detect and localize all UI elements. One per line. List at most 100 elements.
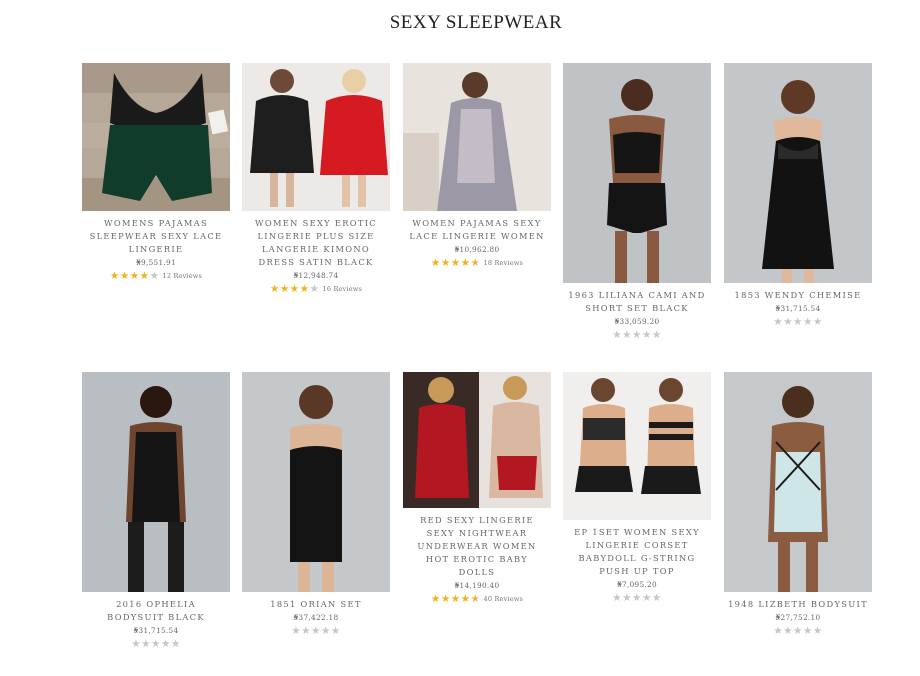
star-icon: ★ [149, 270, 160, 282]
product-image[interactable] [403, 372, 551, 508]
star-icon: ★ [139, 270, 150, 282]
product-rating: ★★★★★ 40 Reviews [403, 593, 551, 605]
star-icon: ★ [109, 270, 120, 282]
product-rating: ★★★★★ [563, 329, 711, 341]
product-rating: ★★★★★ [724, 625, 872, 637]
product-rating: ★★★★★ 18 Reviews [403, 257, 551, 269]
star-icon: ★ [311, 625, 321, 637]
product-image[interactable] [563, 63, 711, 283]
product-name[interactable]: WOMENS PAJAMAS SLEEPWEAR SEXY LACE LINGE… [86, 217, 226, 256]
star-icon: ★ [430, 593, 441, 605]
product-image[interactable] [724, 63, 872, 283]
star-icon: ★ [131, 638, 142, 650]
product-name[interactable]: RED SEXY LINGERIE SEXY NIGHTWEAR UNDERWE… [407, 514, 547, 579]
product-card[interactable]: 1963 LILIANA CAMI AND SHORT SET BLACK ₦3… [563, 63, 711, 341]
product-card[interactable]: WOMENS PAJAMAS SLEEPWEAR SEXY LACE LINGE… [82, 63, 230, 282]
product-card[interactable]: WOMEN PAJAMAS SEXY LACE LINGERIE WOMEN ₦… [403, 63, 551, 269]
product-name[interactable]: 1853 WENDY CHEMISE [728, 289, 868, 302]
star-icon: ★ [812, 625, 823, 637]
star-half-icon: ★ [470, 593, 481, 605]
star-icon: ★ [632, 592, 642, 604]
product-image[interactable] [242, 63, 390, 211]
product-price: ₦33,059.20 [614, 317, 660, 326]
star-icon: ★ [450, 257, 461, 269]
review-count[interactable]: 12 Reviews [163, 272, 203, 280]
product-price: ₦31,715.54 [133, 626, 179, 635]
star-icon: ★ [460, 593, 471, 605]
star-icon: ★ [793, 625, 803, 637]
star-icon: ★ [269, 283, 280, 295]
star-icon: ★ [802, 625, 813, 637]
star-icon: ★ [160, 638, 171, 650]
product-price: ₦27,752.10 [775, 613, 821, 622]
star-icon: ★ [802, 316, 813, 328]
product-price: ₦10,962.80 [454, 245, 500, 254]
product-rating: ★★★★★ [82, 638, 230, 650]
star-icon: ★ [460, 257, 471, 269]
star-icon: ★ [612, 592, 623, 604]
star-icon: ★ [632, 329, 642, 341]
product-image[interactable] [403, 63, 551, 211]
review-count[interactable]: 18 Reviews [484, 259, 524, 267]
product-price: ₦12,948.74 [293, 271, 339, 280]
product-card[interactable]: EP 1SET WOMEN SEXY LINGERIE CORSET BABYD… [563, 372, 711, 604]
star-icon: ★ [612, 329, 623, 341]
star-icon: ★ [440, 257, 451, 269]
product-price: ₦7,095.20 [617, 580, 657, 589]
star-icon: ★ [793, 316, 803, 328]
product-card[interactable]: RED SEXY LINGERIE SEXY NIGHTWEAR UNDERWE… [403, 372, 551, 605]
star-icon: ★ [279, 283, 290, 295]
product-card[interactable]: WOMEN SEXY EROTIC LINGERIE PLUS SIZE LAN… [242, 63, 390, 295]
review-count[interactable]: 40 Reviews [484, 595, 524, 603]
product-price: ₦37,422.18 [293, 613, 339, 622]
product-card[interactable]: 1948 LIZBETH BODYSUIT ₦27,752.10 ★★★★★ [724, 372, 872, 637]
star-icon: ★ [440, 593, 451, 605]
star-icon: ★ [330, 625, 341, 637]
product-name[interactable]: EP 1SET WOMEN SEXY LINGERIE CORSET BABYD… [567, 526, 707, 578]
star-icon: ★ [151, 638, 161, 650]
product-image[interactable] [82, 372, 230, 592]
product-price: ₦31,715.54 [775, 304, 821, 313]
product-image[interactable] [563, 372, 711, 520]
product-rating: ★★★★★ [563, 592, 711, 604]
product-rating: ★★★★★ 12 Reviews [82, 270, 230, 282]
product-name[interactable]: WOMEN PAJAMAS SEXY LACE LINGERIE WOMEN [407, 217, 547, 243]
star-icon: ★ [141, 638, 152, 650]
product-image[interactable] [242, 372, 390, 592]
product-card[interactable]: 1853 WENDY CHEMISE ₦31,715.54 ★★★★★ [724, 63, 872, 328]
product-rating: ★★★★★ 16 Reviews [242, 283, 390, 295]
page-title: SEXY SLEEPWEAR [389, 12, 563, 33]
star-icon: ★ [783, 625, 794, 637]
product-rating: ★★★★★ [724, 316, 872, 328]
star-icon: ★ [129, 270, 140, 282]
product-name[interactable]: 2016 OPHELIA BODYSUIT BLACK [86, 598, 226, 624]
star-icon: ★ [301, 625, 312, 637]
product-rating: ★★★★★ [242, 625, 390, 637]
star-icon: ★ [641, 329, 652, 341]
product-card[interactable]: 1851 ORIAN SET ₦37,422.18 ★★★★★ [242, 372, 390, 637]
star-icon: ★ [450, 593, 461, 605]
product-name[interactable]: WOMEN SEXY EROTIC LINGERIE PLUS SIZE LAN… [246, 217, 386, 269]
product-price: ₦14,190.40 [454, 581, 500, 590]
product-image[interactable] [82, 63, 230, 211]
product-name[interactable]: 1963 LILIANA CAMI AND SHORT SET BLACK [567, 289, 707, 315]
review-count[interactable]: 16 Reviews [323, 285, 363, 293]
product-price: ₦9,551.91 [136, 258, 176, 267]
product-name[interactable]: 1948 LIZBETH BODYSUIT [728, 598, 868, 611]
star-icon: ★ [651, 329, 662, 341]
star-icon: ★ [289, 283, 300, 295]
product-name[interactable]: 1851 ORIAN SET [246, 598, 386, 611]
star-icon: ★ [641, 592, 652, 604]
star-icon: ★ [622, 592, 633, 604]
star-icon: ★ [622, 329, 633, 341]
star-icon: ★ [170, 638, 181, 650]
star-icon: ★ [430, 257, 441, 269]
product-image[interactable] [724, 372, 872, 592]
star-icon: ★ [119, 270, 130, 282]
star-icon: ★ [773, 625, 784, 637]
star-icon: ★ [291, 625, 302, 637]
star-half-icon: ★ [470, 257, 481, 269]
star-icon: ★ [309, 283, 320, 295]
star-icon: ★ [651, 592, 662, 604]
product-card[interactable]: 2016 OPHELIA BODYSUIT BLACK ₦31,715.54 ★… [82, 372, 230, 650]
